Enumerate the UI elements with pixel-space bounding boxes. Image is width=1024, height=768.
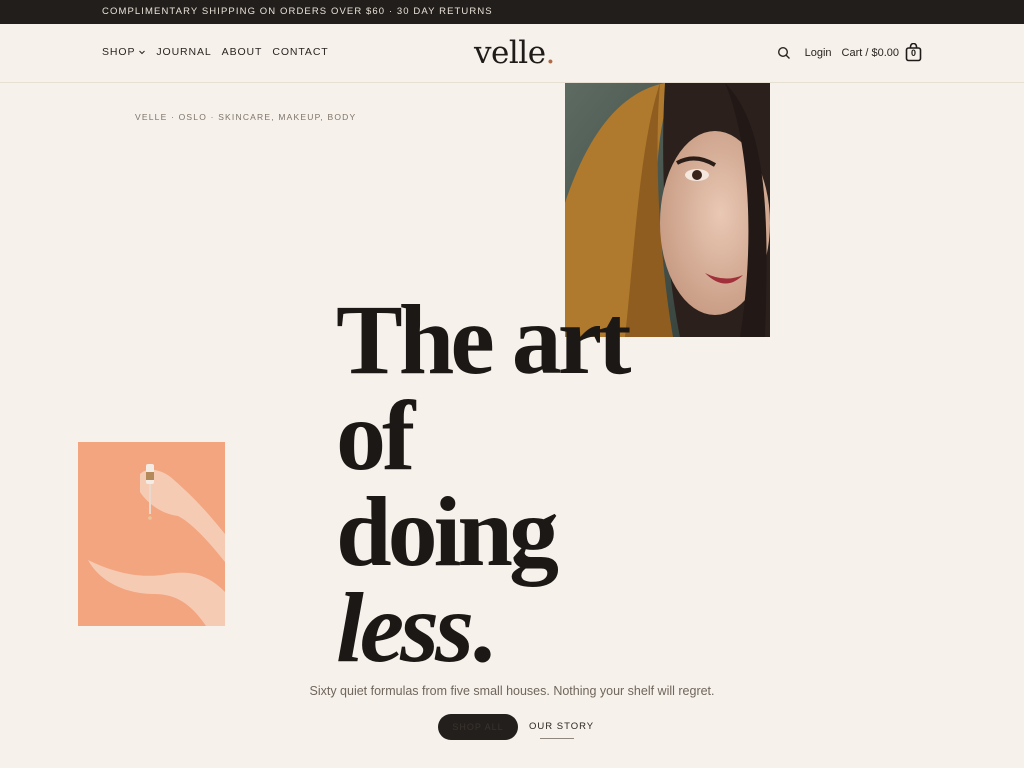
cart-count: 0 (910, 48, 916, 58)
dropper-image (78, 442, 225, 626)
announcement-bar: COMPLIMENTARY SHIPPING ON ORDERS OVER $6… (0, 0, 1024, 24)
headline-line-1: The art of (336, 284, 631, 491)
login-link[interactable]: Login (805, 47, 832, 59)
logo-wordmark: velle (474, 35, 546, 71)
nav-about[interactable]: ABOUT (222, 46, 263, 58)
headline-period: . (470, 572, 495, 683)
announcement-text: COMPLIMENTARY SHIPPING ON ORDERS OVER $6… (102, 6, 493, 17)
hero-tagline: Sixty quiet formulas from five small hou… (309, 684, 715, 698)
headline-doing: doing (336, 476, 559, 587)
nav-shop[interactable]: SHOP (102, 46, 146, 58)
hero-headline: The art of doing less. (336, 284, 716, 678)
headline-line-2: doing less. (336, 482, 716, 678)
site-logo[interactable]: velle. (474, 35, 555, 71)
main-nav: SHOP JOURNAL ABOUT CONTACT (102, 46, 329, 58)
chevron-down-icon (139, 50, 146, 55)
nav-contact[interactable]: CONTACT (272, 46, 328, 58)
nav-shop-label: SHOP (102, 46, 136, 58)
shop-all-button[interactable]: SHOP ALL (438, 714, 518, 740)
cart-link[interactable]: Cart / $0.00 (842, 47, 899, 59)
cart-bag[interactable]: 0 (905, 43, 922, 62)
header-utilities: Login Cart / $0.00 0 (777, 43, 922, 62)
hero-eyebrow: VELLE · OSLO · SKINCARE, MAKEUP, BODY (135, 112, 357, 122)
logo-dot: . (545, 35, 556, 71)
nav-journal[interactable]: JOURNAL (156, 46, 211, 58)
search-icon[interactable] (777, 46, 791, 60)
headline-less: less (336, 572, 474, 683)
our-story-underline (540, 738, 574, 739)
our-story-link[interactable]: OUR STORY (529, 721, 594, 732)
site-header: SHOP JOURNAL ABOUT CONTACT velle. Login … (0, 24, 1024, 83)
